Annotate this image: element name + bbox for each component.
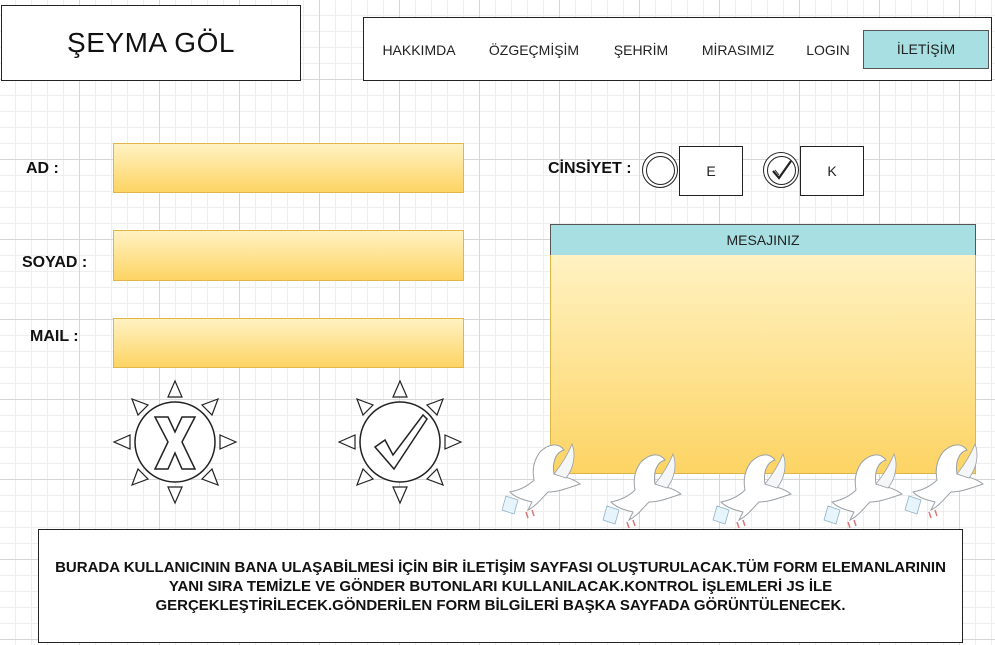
mail-input[interactable] bbox=[113, 318, 464, 368]
gender-label: CİNSİYET : bbox=[548, 160, 632, 177]
name-label: AD : bbox=[26, 160, 59, 177]
dove-icon bbox=[602, 453, 682, 529]
check-sun-icon bbox=[337, 379, 463, 505]
x-sun-icon bbox=[112, 379, 238, 505]
dove-icon bbox=[501, 443, 581, 519]
gender-option-e[interactable]: E bbox=[679, 146, 743, 196]
description-note: BURADA KULLANICININ BANA ULAŞABİLMESİ İÇ… bbox=[38, 529, 963, 643]
clear-button[interactable] bbox=[110, 377, 240, 507]
nav-item-login[interactable]: LOGIN bbox=[796, 32, 860, 68]
gender-radio-k[interactable] bbox=[763, 152, 799, 188]
nav-item-ozgecmisim[interactable]: ÖZGEÇMİŞİM bbox=[476, 32, 592, 68]
nav-item-mirasimiz[interactable]: MİRASIMIZ bbox=[690, 32, 786, 68]
name-input[interactable] bbox=[113, 143, 464, 193]
logo-title: ŞEYMA GÖL bbox=[1, 5, 301, 81]
gender-radio-e[interactable] bbox=[642, 152, 678, 188]
gender-option-k[interactable]: K bbox=[800, 146, 864, 196]
gender-option-k-label: K bbox=[827, 163, 837, 179]
description-text: BURADA KULLANICININ BANA ULAŞABİLMESİ İÇ… bbox=[55, 558, 946, 614]
nav-item-iletisim[interactable]: İLETİŞİM bbox=[863, 30, 989, 69]
nav-item-hakkimda[interactable]: HAKKIMDA bbox=[372, 32, 466, 68]
dove-icon bbox=[904, 443, 984, 519]
send-button[interactable] bbox=[335, 377, 465, 507]
gender-option-e-label: E bbox=[706, 163, 716, 179]
nav-item-sehrim[interactable]: ŞEHRİM bbox=[602, 32, 680, 68]
message-header: MESAJINIZ bbox=[550, 224, 976, 256]
main-nav: HAKKIMDA ÖZGEÇMİŞİM ŞEHRİM MİRASIMIZ LOG… bbox=[363, 17, 992, 81]
dove-icon bbox=[712, 453, 792, 529]
mail-label: MAIL : bbox=[30, 328, 79, 345]
checkmark-icon bbox=[772, 160, 792, 180]
message-header-label: MESAJINIZ bbox=[726, 232, 800, 248]
surname-label: SOYAD : bbox=[22, 254, 88, 271]
site-title: ŞEYMA GÖL bbox=[67, 27, 235, 58]
surname-input[interactable] bbox=[113, 230, 464, 281]
